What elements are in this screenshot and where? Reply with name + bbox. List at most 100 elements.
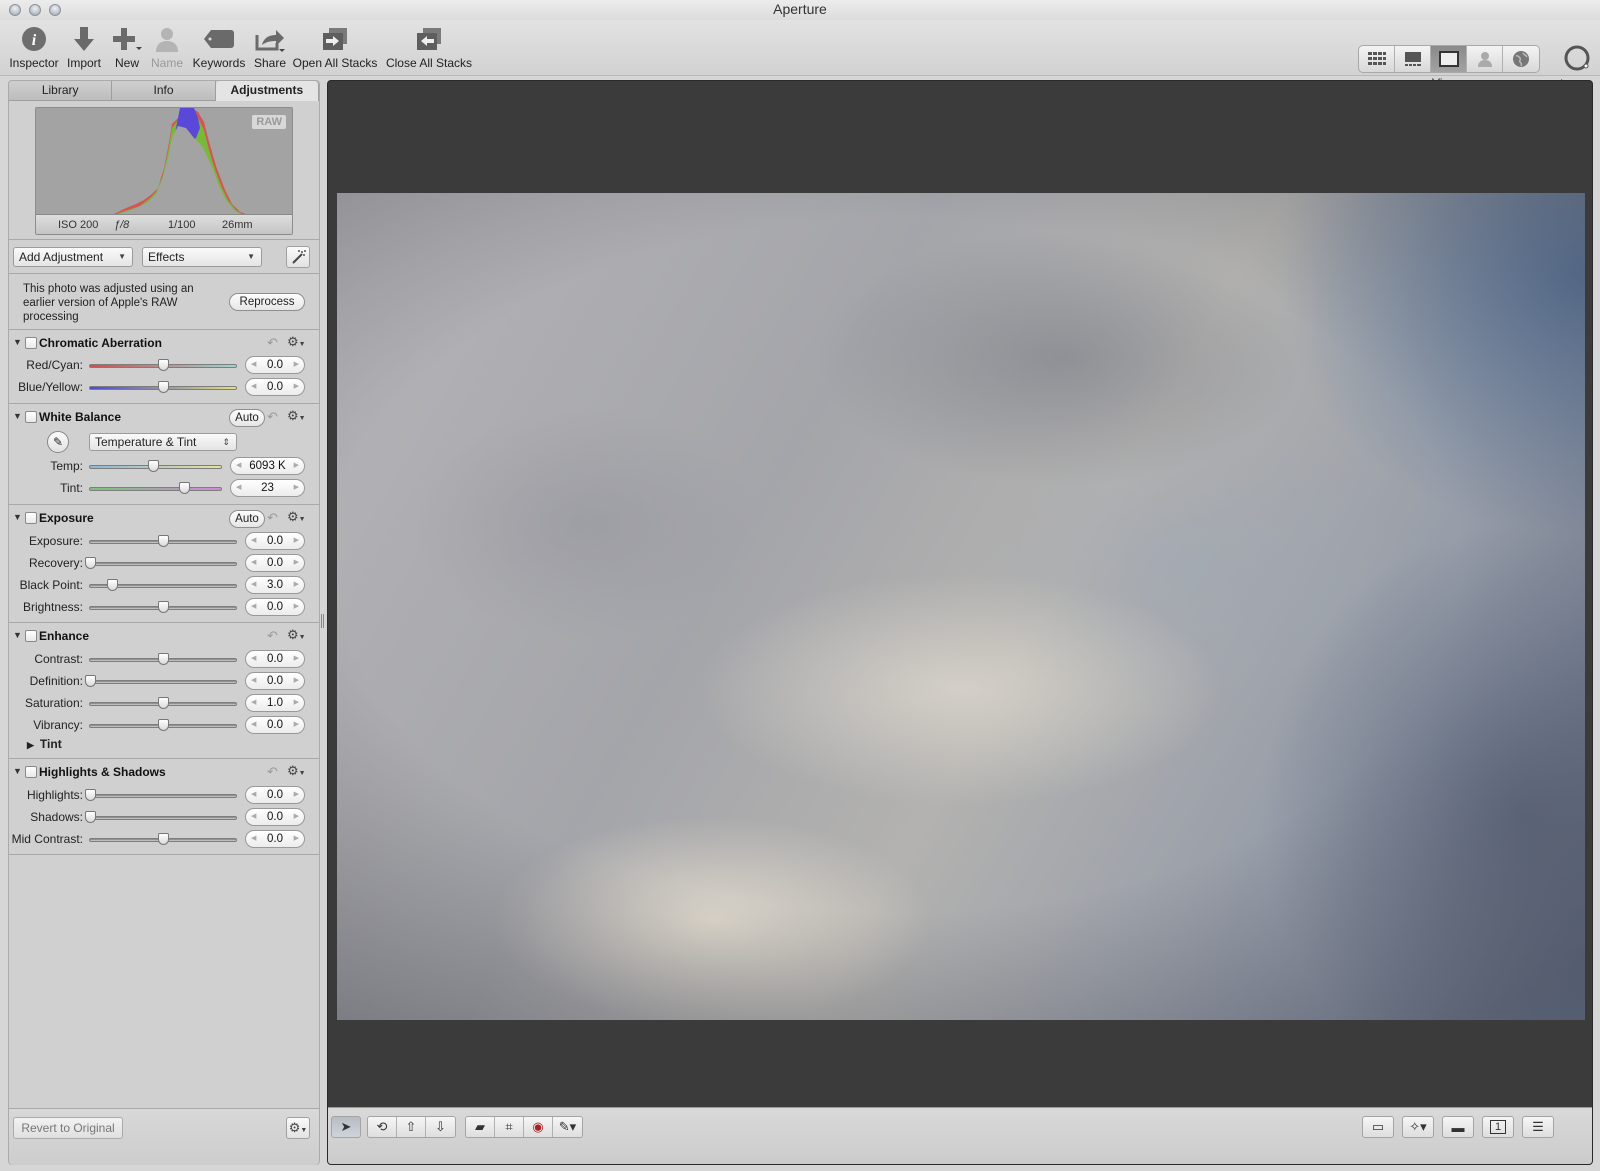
minimize-window-button[interactable] bbox=[29, 4, 41, 16]
black-point-field[interactable]: ◀ 3.0 ▶ bbox=[245, 576, 305, 594]
contrast-slider[interactable] bbox=[89, 653, 237, 665]
new-button[interactable]: New bbox=[112, 24, 142, 70]
slider-knob[interactable] bbox=[179, 482, 191, 494]
stamp-tool-button[interactable]: ⇩ bbox=[426, 1117, 455, 1137]
lift-tool-button[interactable]: ⇧ bbox=[397, 1117, 426, 1137]
mid-contrast-field[interactable]: ◀ 0.0 ▶ bbox=[245, 830, 305, 848]
slider-knob[interactable] bbox=[158, 381, 169, 393]
disclosure-triangle-icon[interactable]: ▼ bbox=[13, 411, 22, 421]
slider-knob[interactable] bbox=[85, 811, 96, 823]
highlights-field[interactable]: ◀ 0.0 ▶ bbox=[245, 786, 305, 804]
close-all-stacks-button[interactable]: Close All Stacks bbox=[385, 24, 473, 70]
panel-resize-handle[interactable] bbox=[321, 614, 324, 628]
photo-cloudy-sky[interactable] bbox=[337, 193, 1585, 1020]
slider-knob[interactable] bbox=[85, 675, 96, 687]
reprocess-button[interactable]: Reprocess bbox=[229, 293, 305, 311]
brightness-slider[interactable] bbox=[89, 601, 237, 613]
shadows-slider[interactable] bbox=[85, 811, 237, 823]
revert-to-original-button[interactable]: Revert to Original bbox=[13, 1117, 123, 1139]
contrast-field[interactable]: ◀ 0.0 ▶ bbox=[245, 650, 305, 668]
slider-knob[interactable] bbox=[158, 535, 169, 547]
list-view-button[interactable]: ☰ bbox=[1522, 1116, 1554, 1138]
gear-icon[interactable]: ⚙▼ bbox=[287, 334, 306, 350]
viewer-mode-button[interactable] bbox=[1431, 46, 1467, 72]
red-eye-tool-button[interactable]: ◉ bbox=[524, 1117, 553, 1137]
add-adjustment-popup[interactable]: Add Adjustment ▼ bbox=[13, 247, 133, 267]
gear-icon[interactable]: ⚙▼ bbox=[287, 509, 306, 525]
adjustments-gear-button[interactable]: ⚙▼ bbox=[286, 1117, 310, 1139]
share-button[interactable]: Share bbox=[252, 24, 288, 70]
split-view-button[interactable] bbox=[1395, 46, 1431, 72]
chromatic-aberration-checkbox[interactable] bbox=[25, 337, 37, 349]
saturation-slider[interactable] bbox=[89, 697, 237, 709]
open-all-stacks-button[interactable]: Open All Stacks bbox=[292, 24, 378, 70]
definition-field[interactable]: ◀ 0.0 ▶ bbox=[245, 672, 305, 690]
exposure-slider[interactable] bbox=[89, 535, 237, 547]
blue-yellow-slider[interactable] bbox=[89, 381, 237, 393]
slider-knob[interactable] bbox=[158, 719, 169, 731]
slider-knob[interactable] bbox=[158, 697, 169, 709]
brush-tool-button[interactable]: ✎▾ bbox=[553, 1117, 582, 1137]
undo-icon[interactable]: ↶ bbox=[267, 335, 278, 351]
show-metadata-button[interactable]: ▭ bbox=[1362, 1116, 1394, 1138]
undo-icon[interactable]: ↶ bbox=[267, 409, 278, 425]
import-button[interactable]: Import bbox=[64, 24, 104, 70]
slider-knob[interactable] bbox=[85, 557, 96, 569]
inspector-button[interactable]: i Inspector bbox=[8, 24, 60, 70]
exposure-checkbox[interactable] bbox=[25, 512, 37, 524]
rotate-tool-button[interactable]: ⟲ bbox=[368, 1117, 397, 1137]
white-balance-mode-popup[interactable]: Temperature & Tint ⇕ bbox=[89, 433, 237, 451]
name-button[interactable]: Name bbox=[150, 24, 184, 70]
blue-yellow-field[interactable]: ◀ 0.0 ▶ bbox=[245, 378, 305, 396]
selection-tool-button[interactable]: ➤ bbox=[331, 1116, 361, 1138]
vibrancy-slider[interactable] bbox=[89, 719, 237, 731]
temp-field[interactable]: ◀ 6093 K ▶ bbox=[230, 457, 305, 475]
zoom-window-button[interactable] bbox=[49, 4, 61, 16]
keywords-button[interactable]: Keywords bbox=[192, 24, 246, 70]
enhance-checkbox[interactable] bbox=[25, 630, 37, 642]
mid-contrast-slider[interactable] bbox=[89, 833, 237, 845]
tab-info[interactable]: Info bbox=[112, 81, 216, 101]
slider-knob[interactable] bbox=[158, 359, 169, 371]
faces-button[interactable] bbox=[1467, 46, 1503, 72]
close-window-button[interactable] bbox=[9, 4, 21, 16]
exposure-field[interactable]: ◀ 0.0 ▶ bbox=[245, 532, 305, 550]
definition-slider[interactable] bbox=[85, 675, 237, 687]
vibrancy-field[interactable]: ◀ 0.0 ▶ bbox=[245, 716, 305, 734]
disclosure-triangle-icon[interactable]: ▼ bbox=[13, 766, 22, 776]
white-balance-checkbox[interactable] bbox=[25, 411, 37, 423]
slider-knob[interactable] bbox=[158, 653, 169, 665]
highlights-slider[interactable] bbox=[85, 789, 237, 801]
tab-library[interactable]: Library bbox=[9, 81, 113, 101]
slider-knob[interactable] bbox=[85, 789, 96, 801]
temp-slider[interactable] bbox=[89, 460, 222, 472]
slider-knob[interactable] bbox=[106, 579, 118, 591]
highlights-shadows-checkbox[interactable] bbox=[25, 766, 37, 778]
straighten-tool-button[interactable]: ▰ bbox=[466, 1117, 495, 1137]
black-point-slider[interactable] bbox=[89, 579, 237, 591]
disclosure-triangle-icon[interactable]: ▼ bbox=[13, 337, 22, 347]
tint-subsection-toggle[interactable]: ▶ Tint bbox=[27, 737, 62, 751]
auto-enhance-button[interactable] bbox=[286, 246, 310, 268]
filmstrip-button[interactable]: ▬ bbox=[1442, 1116, 1474, 1138]
undo-icon[interactable]: ↶ bbox=[267, 628, 278, 644]
browser-mode-button[interactable] bbox=[1359, 46, 1395, 72]
slider-knob[interactable] bbox=[147, 460, 159, 472]
recovery-field[interactable]: ◀ 0.0 ▶ bbox=[245, 554, 305, 572]
disclosure-triangle-icon[interactable]: ▼ bbox=[13, 630, 22, 640]
undo-icon[interactable]: ↶ bbox=[267, 510, 278, 526]
places-button[interactable] bbox=[1503, 46, 1539, 72]
gear-icon[interactable]: ⚙▼ bbox=[287, 763, 306, 779]
tab-adjustments[interactable]: Adjustments bbox=[215, 81, 319, 101]
tint-field[interactable]: ◀ 23 ▶ bbox=[230, 479, 305, 497]
shadows-field[interactable]: ◀ 0.0 ▶ bbox=[245, 808, 305, 826]
red-cyan-slider[interactable] bbox=[89, 359, 237, 371]
brightness-field[interactable]: ◀ 0.0 ▶ bbox=[245, 598, 305, 616]
saturation-field[interactable]: ◀ 1.0 ▶ bbox=[245, 694, 305, 712]
tint-slider[interactable] bbox=[89, 482, 222, 494]
single-image-button[interactable]: 1 bbox=[1482, 1116, 1514, 1138]
overlay-options-button[interactable]: ✧▾ bbox=[1402, 1116, 1434, 1138]
slider-knob[interactable] bbox=[158, 601, 169, 613]
gear-icon[interactable]: ⚙▼ bbox=[287, 627, 306, 643]
gear-icon[interactable]: ⚙▼ bbox=[287, 408, 306, 424]
